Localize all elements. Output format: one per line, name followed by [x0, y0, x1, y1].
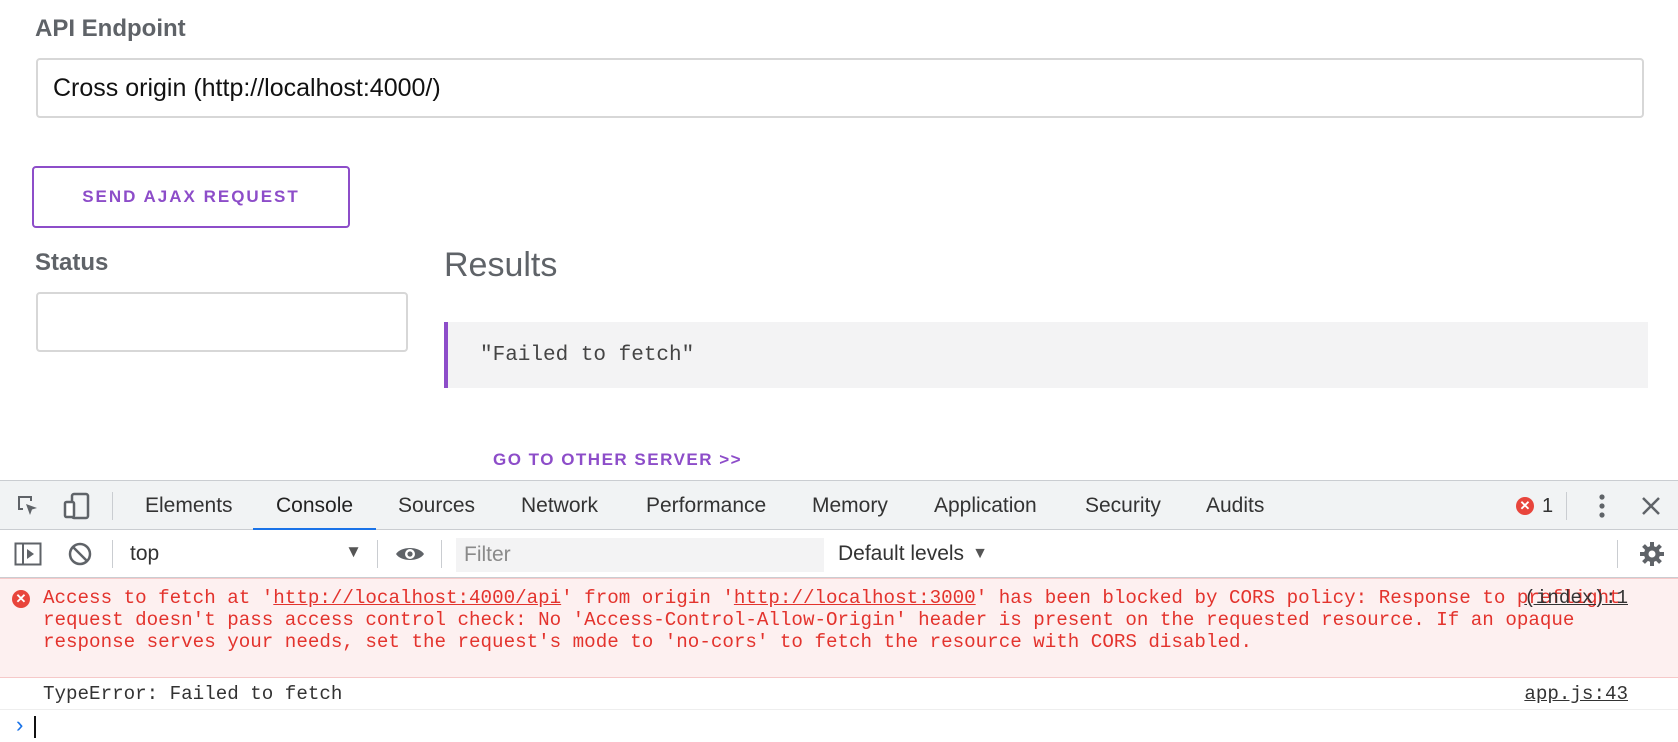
results-output: "Failed to fetch": [444, 322, 1648, 388]
console-prompt[interactable]: ›: [13, 714, 37, 739]
tab-sources[interactable]: Sources: [396, 481, 477, 530]
error-count: 1: [1542, 494, 1554, 517]
tab-security[interactable]: Security: [1083, 481, 1163, 530]
chevron-down-icon: ▼: [972, 545, 988, 562]
log-source-link[interactable]: app.js:43: [1524, 683, 1628, 705]
prompt-chevron-icon: ›: [13, 714, 27, 739]
api-endpoint-value: Cross origin (http://localhost:4000/): [53, 73, 441, 102]
error-text: Access to fetch at 'http://localhost:400…: [43, 587, 1633, 653]
log-text: TypeError: Failed to fetch: [43, 683, 343, 705]
context-value: top: [130, 542, 160, 565]
console-filter-input[interactable]: [456, 538, 824, 572]
close-icon[interactable]: [1637, 492, 1665, 520]
inspect-element-icon[interactable]: [14, 492, 42, 520]
text-cursor: [34, 715, 37, 738]
tab-console[interactable]: Console: [252, 481, 377, 531]
api-endpoint-label: API Endpoint: [35, 15, 186, 42]
console-log-message: TypeError: Failed to fetch app.js:43: [0, 678, 1678, 710]
console-toolbar: top ▼ Default levels ▼: [0, 530, 1678, 578]
error-icon: ✕: [1516, 497, 1534, 515]
tab-elements[interactable]: Elements: [143, 481, 235, 530]
log-levels-label: Default levels: [838, 542, 965, 565]
devtools-tabbar: Elements Console Sources Network Perform…: [0, 480, 1678, 531]
origin-url-link[interactable]: http://localhost:3000: [734, 587, 976, 609]
log-levels-dropdown[interactable]: Default levels ▼: [838, 540, 988, 568]
api-endpoint-select[interactable]: Cross origin (http://localhost:4000/): [36, 58, 1644, 118]
tab-network[interactable]: Network: [519, 481, 600, 530]
go-to-other-server-link[interactable]: GO TO OTHER SERVER >>: [493, 450, 742, 470]
tab-application[interactable]: Application: [932, 481, 1039, 530]
results-value: "Failed to fetch": [480, 343, 695, 367]
status-label: Status: [35, 249, 109, 276]
error-icon: ✕: [11, 589, 31, 609]
console-error-message: ✕ Access to fetch at 'http://localhost:4…: [0, 578, 1678, 678]
devtools-panel: Elements Console Sources Network Perform…: [0, 480, 1678, 742]
device-toolbar-icon[interactable]: [62, 492, 92, 520]
send-ajax-request-button[interactable]: SEND AJAX REQUEST: [32, 166, 350, 228]
gear-icon[interactable]: [1637, 540, 1667, 568]
error-url-link[interactable]: http://localhost:4000/api: [273, 587, 561, 609]
results-heading: Results: [444, 246, 558, 284]
error-source-link[interactable]: (index):1: [1524, 587, 1628, 609]
status-field: [36, 292, 408, 352]
error-counter[interactable]: ✕ 1: [1516, 493, 1553, 519]
context-selector[interactable]: top ▼: [130, 540, 362, 568]
more-vertical-icon[interactable]: [1588, 492, 1616, 520]
tab-memory[interactable]: Memory: [810, 481, 890, 530]
tab-performance[interactable]: Performance: [644, 481, 768, 530]
sidebar-toggle-icon[interactable]: [13, 540, 43, 568]
tab-audits[interactable]: Audits: [1204, 481, 1266, 530]
chevron-down-icon: ▼: [345, 542, 362, 561]
clear-console-icon[interactable]: [66, 540, 94, 568]
eye-icon[interactable]: [394, 540, 426, 568]
